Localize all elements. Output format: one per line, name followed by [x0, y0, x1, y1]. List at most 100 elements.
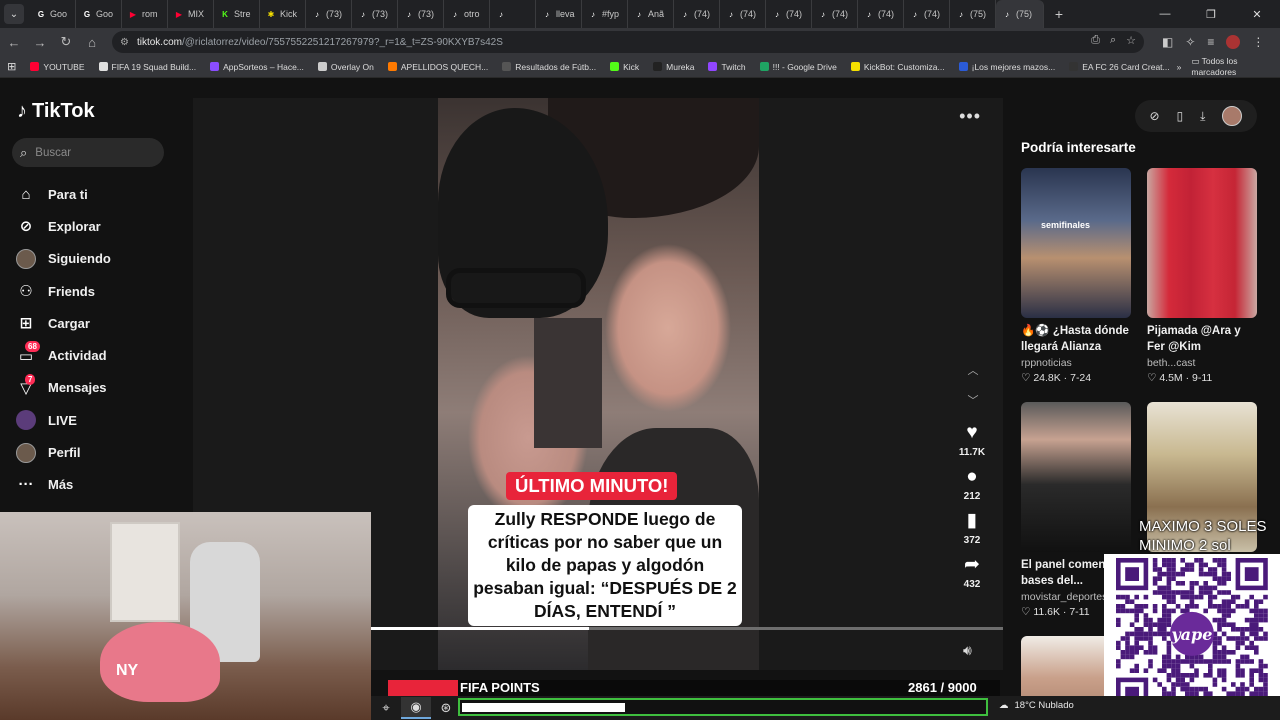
browser-tab[interactable]: ♪ #fyp — [582, 0, 628, 28]
bookmark-item[interactable]: YOUTUBE — [23, 62, 91, 72]
qr-module — [1203, 571, 1208, 577]
bookmark-item[interactable]: EA FC 26 Card Creat... — [1062, 62, 1176, 72]
tab-label: (73) — [372, 9, 389, 19]
save-button[interactable]: ▮ 372 — [964, 510, 981, 546]
bookmark-item[interactable]: KickBot: Customiza... — [844, 62, 952, 72]
reload-button[interactable]: ↻ — [54, 30, 78, 54]
qr-module — [1129, 654, 1135, 660]
comment-button[interactable]: ● 212 — [964, 466, 981, 502]
browser-tab[interactable]: ▶ MIX — [168, 0, 214, 28]
nav-item-friends[interactable]: ⚇ Friends — [16, 275, 111, 307]
browser-tab[interactable]: ♪ — [490, 0, 536, 28]
bookmark-item[interactable]: FIFA 19 Squad Build... — [92, 62, 204, 72]
browser-tab[interactable]: ♪ otro — [444, 0, 490, 28]
nav-item-más[interactable]: ··· Más — [16, 469, 111, 501]
zoom-icon[interactable]: ⌕ — [1110, 34, 1116, 47]
weather-widget[interactable]: ☁ 18°C Nublado — [999, 700, 1074, 711]
close-window-button[interactable]: ✕ — [1234, 0, 1280, 28]
video-progress-bar[interactable] — [371, 627, 1003, 630]
user-avatar[interactable] — [1222, 106, 1243, 126]
all-bookmarks-folder[interactable]: ▭ Todos los marcadores — [1191, 56, 1274, 77]
coins-icon[interactable]: ⊘ — [1150, 109, 1160, 123]
browser-tab[interactable]: ♪ (75) — [996, 0, 1044, 28]
nav-item-cargar[interactable]: ⊞ Cargar — [16, 307, 111, 339]
previous-video-icon[interactable]: ︿ — [963, 362, 983, 378]
steam-taskbar-icon[interactable]: ⊛ — [431, 697, 461, 719]
profile-avatar[interactable] — [1226, 35, 1241, 49]
bookmark-item[interactable]: Kick — [603, 62, 646, 72]
qr-module — [1203, 686, 1208, 692]
extensions-puzzle-icon[interactable]: ✧ — [1185, 35, 1195, 49]
donation-max: MAXIMO 3 SOLES — [1139, 518, 1267, 535]
extension-icon[interactable]: ◧ — [1162, 35, 1173, 49]
browser-tab[interactable]: ♪ (74) — [904, 0, 950, 28]
qr-module — [1208, 668, 1213, 673]
install-icon[interactable]: ⎙ — [1091, 34, 1100, 47]
bookmark-item[interactable]: ¡Los mejores mazos... — [952, 62, 1063, 72]
video-player[interactable]: ÚLTIMO MINUTO! Zully RESPONDE luego de c… — [438, 98, 759, 670]
chrome-taskbar-icon[interactable]: ◉ — [401, 697, 431, 719]
browser-tab[interactable]: ♪ Anã — [628, 0, 674, 28]
volume-icon[interactable]: 🔊︎ — [963, 642, 972, 659]
browser-tab[interactable]: ♪ (73) — [352, 0, 398, 28]
new-tab-button[interactable]: + — [1048, 6, 1070, 22]
bookmark-item[interactable]: Twitch — [701, 62, 752, 72]
bookmark-item[interactable]: APELLIDOS QUECH... — [381, 62, 495, 72]
nav-item-siguiendo[interactable]: Siguiendo — [16, 243, 111, 275]
home-button[interactable]: ⌂ — [80, 30, 104, 54]
nav-item-para-ti[interactable]: ⌂ Para ti — [16, 178, 111, 210]
maximize-button[interactable]: ❐ — [1188, 0, 1234, 28]
tab-search-button[interactable]: ⌄ — [4, 4, 24, 24]
search-input[interactable]: ⌕ Buscar — [12, 138, 164, 167]
browser-tab[interactable]: ♪ (75) — [950, 0, 996, 28]
site-info-icon[interactable]: ⚙ — [120, 37, 129, 48]
browser-tab[interactable]: ♪ (74) — [812, 0, 858, 28]
bookmark-item[interactable]: AppSorteos – Hace... — [203, 62, 311, 72]
header-actions: ⊘ ▯ ⤓ — [1135, 100, 1257, 132]
browser-tab[interactable]: G Goo — [76, 0, 122, 28]
address-bar[interactable]: ⚙ tiktok.com/@riclatorrez/video/75575522… — [112, 31, 1144, 53]
browser-tab[interactable]: K Stre — [214, 0, 260, 28]
qr-module — [1162, 659, 1167, 664]
nav-item-actividad[interactable]: ▭ 68 Actividad — [16, 339, 111, 371]
download-icon[interactable]: ⤓ — [1200, 109, 1205, 124]
next-video-icon[interactable]: ﹀ — [963, 392, 983, 408]
media-controls-icon[interactable]: ≡ — [1207, 35, 1214, 49]
browser-tab[interactable]: ♪ (74) — [674, 0, 720, 28]
qr-module — [1221, 668, 1227, 673]
browser-tab[interactable]: ✱ Kick — [260, 0, 306, 28]
browser-tab[interactable]: ♪ (73) — [306, 0, 352, 28]
like-button[interactable]: ♥ 11.7K — [959, 422, 985, 458]
browser-tab[interactable]: ♪ (74) — [858, 0, 904, 28]
bookmark-item[interactable]: !!! - Google Drive — [753, 62, 844, 72]
qr-module — [1180, 677, 1185, 683]
browser-tab[interactable]: ▶ rom — [122, 0, 168, 28]
browser-tab[interactable]: ♪ (73) — [398, 0, 444, 28]
minimize-button[interactable]: — — [1142, 0, 1188, 28]
browser-tab[interactable]: G Goo — [30, 0, 76, 28]
taskbar-pin-icon[interactable]: ⌖ — [371, 697, 401, 719]
bookmark-item[interactable]: Overlay On — [311, 62, 381, 72]
bookmark-item[interactable]: Resultados de Fútb... — [495, 62, 603, 72]
nav-item-perfil[interactable]: Perfil — [16, 436, 111, 468]
nav-item-explorar[interactable]: ⊘ Explorar — [16, 210, 111, 242]
back-button[interactable]: ← — [2, 30, 26, 54]
more-options-icon[interactable]: ••• — [959, 106, 981, 127]
nav-item-live[interactable]: LIVE — [16, 404, 111, 436]
bookmark-item[interactable]: Mureka — [646, 62, 701, 72]
nav-item-mensajes[interactable]: ▽ 7 Mensajes — [16, 372, 111, 404]
browser-tab[interactable]: ♪ (74) — [720, 0, 766, 28]
tiktok-logo[interactable]: ♪ TikTok — [17, 100, 95, 123]
share-button[interactable]: ➦ 432 — [964, 554, 981, 590]
browser-tab[interactable]: ♪ lleva — [536, 0, 582, 28]
browser-tab[interactable]: ♪ (74) — [766, 0, 812, 28]
bookmark-label: KickBot: Customiza... — [863, 61, 945, 72]
more-bookmarks-icon[interactable]: » — [1177, 62, 1182, 72]
mobile-icon[interactable]: ▯ — [1177, 109, 1184, 123]
recommended-card[interactable]: semifinales 🔥⚽ ¿Hasta dónde llegará Alia… — [1021, 168, 1132, 384]
browser-menu-icon[interactable]: ⋮ — [1252, 35, 1264, 49]
recommended-card[interactable]: Pijamada @Ara y Fer @Kim Migneault... be… — [1147, 168, 1258, 384]
forward-button[interactable]: → — [28, 30, 52, 54]
apps-grid-icon[interactable]: ⊞ — [0, 60, 23, 73]
bookmark-star-icon[interactable]: ☆ — [1126, 34, 1136, 47]
